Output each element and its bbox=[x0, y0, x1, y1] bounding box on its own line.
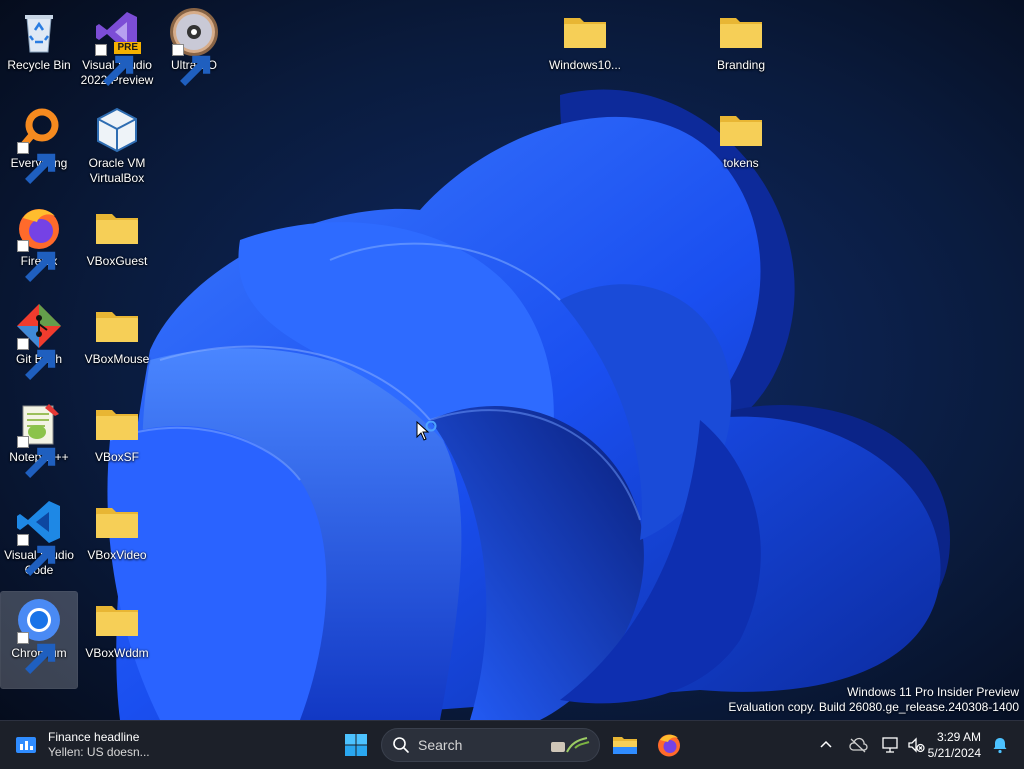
volume-muted-icon bbox=[908, 737, 925, 753]
desktop-icon-label: VBoxSF bbox=[94, 450, 139, 464]
desktop-icon-everything[interactable]: Everything bbox=[1, 102, 77, 198]
chevron-up-icon bbox=[820, 740, 832, 748]
desktop-icon-vboxwddm-folder[interactable]: VBoxWddm bbox=[79, 592, 155, 688]
desktop-icon-label: VBoxGuest bbox=[86, 254, 148, 268]
folder-icon bbox=[93, 204, 141, 252]
desktop-icon-firefox[interactable]: Firefox bbox=[1, 200, 77, 296]
taskbar: Finance headline Yellen: US doesn... Sea… bbox=[0, 720, 1024, 769]
desktop-icon-vboxvideo-folder[interactable]: VBoxVideo bbox=[79, 494, 155, 590]
visual-studio-icon: PRE bbox=[93, 8, 141, 86]
system-tray: 3:29 AM 5/21/2024 bbox=[794, 721, 1024, 769]
desktop-icon-virtualbox[interactable]: Oracle VM VirtualBox bbox=[79, 102, 155, 198]
desktop-icon-notepad-plus-plus[interactable]: Notepad++ bbox=[1, 396, 77, 492]
firefox-icon bbox=[658, 734, 680, 757]
start-button[interactable] bbox=[338, 727, 374, 763]
notepad-plus-plus-icon bbox=[15, 400, 63, 478]
desktop-icon-vscode[interactable]: Visual Studio Code bbox=[1, 494, 77, 590]
bell-icon bbox=[993, 738, 1007, 754]
shortcut-arrow-icon bbox=[17, 534, 56, 576]
folder-icon bbox=[717, 106, 765, 154]
git-bash-icon bbox=[15, 302, 63, 380]
file-explorer-icon bbox=[613, 737, 637, 754]
recycle-bin-icon bbox=[15, 8, 63, 56]
desktop-icon-label: VBoxWddm bbox=[85, 646, 149, 660]
search-highlight-icon bbox=[551, 737, 590, 753]
desktop-icon-visual-studio[interactable]: PRE Visual Studio 2022 Preview bbox=[79, 4, 155, 100]
shortcut-arrow-icon bbox=[17, 338, 56, 380]
everything-search-icon bbox=[15, 106, 63, 184]
ultraiso-disc-icon bbox=[170, 8, 218, 86]
desktop-icon-label: Branding bbox=[716, 58, 766, 72]
desktop-icon-ultraiso[interactable]: UltraISO bbox=[156, 4, 232, 100]
desktop-icon-tokens-folder[interactable]: tokens bbox=[703, 102, 779, 198]
folder-icon bbox=[93, 302, 141, 350]
cloud-offline-icon bbox=[849, 737, 868, 753]
shortcut-arrow-icon bbox=[172, 44, 211, 86]
windows-evaluation-watermark: Windows 11 Pro Insider Preview Evaluatio… bbox=[728, 685, 1019, 715]
taskbar-clock[interactable]: 3:29 AM 5/21/2024 bbox=[928, 729, 981, 761]
desktop-icon-branding-folder[interactable]: Branding bbox=[703, 4, 779, 100]
network-tray-button[interactable] bbox=[880, 735, 900, 755]
folder-icon bbox=[93, 596, 141, 644]
search-icon bbox=[393, 737, 409, 753]
widgets-button[interactable]: Finance headline Yellen: US doesn... bbox=[14, 727, 150, 763]
network-ethernet-icon bbox=[882, 737, 898, 753]
virtualbox-icon bbox=[93, 106, 141, 154]
desktop-icon-label: VBoxMouse bbox=[84, 352, 150, 366]
show-hidden-icons-button[interactable] bbox=[816, 735, 836, 755]
watermark-edition: Windows 11 Pro Insider Preview bbox=[847, 685, 1019, 699]
desktop-icon-label: tokens bbox=[723, 156, 759, 170]
finance-widget-icon bbox=[16, 737, 36, 753]
desktop-icon-recycle-bin[interactable]: Recycle Bin bbox=[1, 4, 77, 100]
desktop-icon-vboxsf-folder[interactable]: VBoxSF bbox=[79, 396, 155, 492]
firefox-taskbar-button[interactable] bbox=[651, 727, 687, 763]
shortcut-arrow-icon bbox=[17, 632, 56, 674]
desktop-icon-git-bash[interactable]: Git Bash bbox=[1, 298, 77, 394]
clock-time: 3:29 AM bbox=[936, 730, 981, 744]
mouse-cursor-busy-icon bbox=[416, 421, 437, 441]
onedrive-tray-button[interactable] bbox=[848, 735, 868, 755]
widget-title: Finance headline bbox=[48, 730, 140, 744]
folder-icon bbox=[717, 8, 765, 56]
desktop-icon-windows10-folder[interactable]: Windows10... bbox=[547, 4, 623, 100]
desktop-icon-vboxguest-folder[interactable]: VBoxGuest bbox=[79, 200, 155, 296]
watermark-build: Evaluation copy. Build 26080.ge_release.… bbox=[728, 700, 1019, 714]
shortcut-arrow-icon bbox=[17, 240, 56, 282]
desktop-icon-vboxmouse-folder[interactable]: VBoxMouse bbox=[79, 298, 155, 394]
desktop-icon-chromium[interactable]: Chromium bbox=[0, 591, 78, 689]
desktop-icon-label: Oracle VM VirtualBox bbox=[88, 156, 146, 185]
widget-subtitle: Yellen: US doesn... bbox=[48, 745, 150, 759]
desktop-icon-label: VBoxVideo bbox=[87, 548, 147, 562]
desktop-icon-label: Recycle Bin bbox=[7, 58, 71, 72]
folder-icon bbox=[561, 8, 609, 56]
folder-icon bbox=[93, 400, 141, 448]
taskbar-search-box[interactable]: Search bbox=[381, 728, 600, 762]
shortcut-arrow-icon bbox=[17, 142, 56, 184]
file-explorer-taskbar-button[interactable] bbox=[607, 727, 643, 763]
vscode-icon bbox=[15, 498, 63, 576]
start-icon bbox=[345, 734, 367, 756]
clock-date: 5/21/2024 bbox=[927, 746, 981, 760]
notifications-button[interactable] bbox=[990, 735, 1010, 755]
search-placeholder: Search bbox=[418, 737, 463, 753]
firefox-icon bbox=[15, 204, 63, 282]
folder-icon bbox=[93, 498, 141, 546]
shortcut-arrow-icon bbox=[17, 436, 56, 478]
volume-tray-button[interactable] bbox=[906, 735, 926, 755]
shortcut-arrow-icon bbox=[95, 44, 134, 86]
chromium-icon bbox=[15, 596, 63, 674]
desktop-icon-label: Windows10... bbox=[548, 58, 622, 72]
